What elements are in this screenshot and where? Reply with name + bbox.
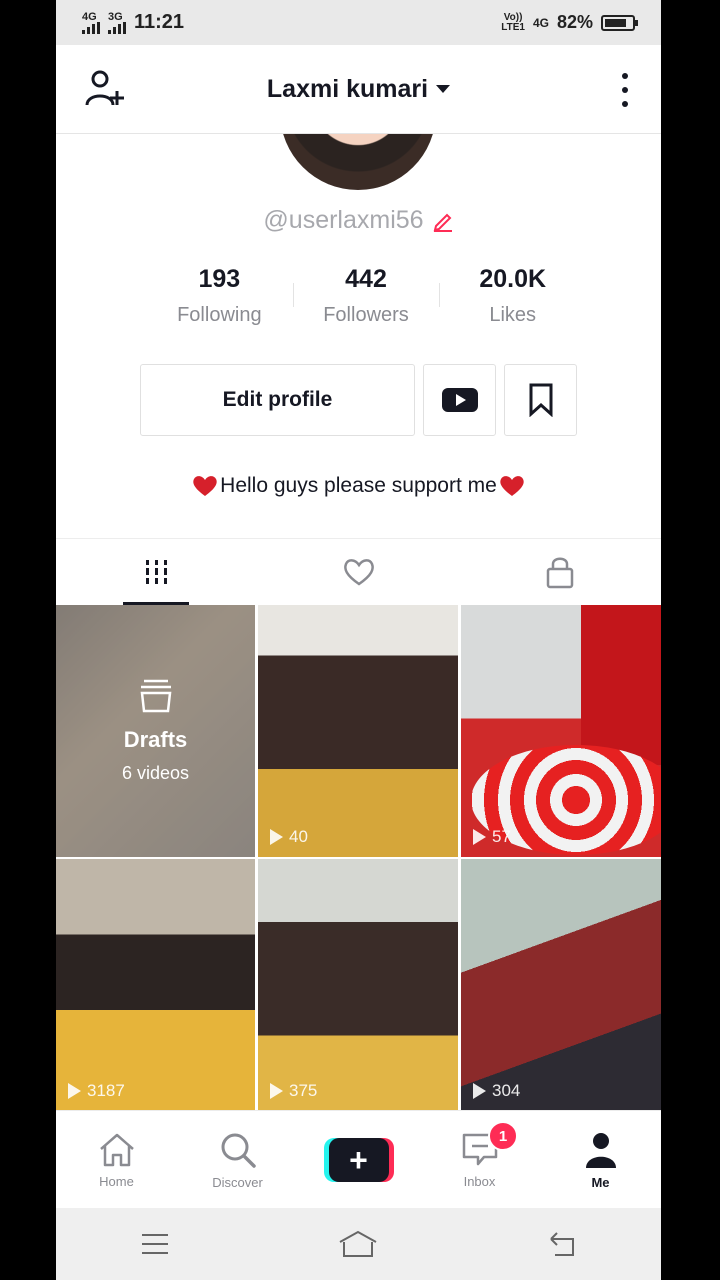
stat-label: Likes	[489, 304, 537, 326]
system-navigation	[56, 1208, 661, 1280]
bio-text: Hello guys please support me	[220, 474, 497, 497]
content-tabs	[56, 538, 661, 605]
status-bar: 4G 3G 11:21 Vo)) LTE1 4G 82%	[56, 0, 661, 45]
username: @userlaxmi56	[263, 206, 424, 234]
volte-indicator: Vo)) LTE1	[501, 11, 525, 33]
play-count: 3187	[68, 1081, 125, 1101]
play-count-value: 57	[492, 827, 511, 846]
nav-me[interactable]: Me	[540, 1111, 661, 1209]
play-count: 375	[270, 1081, 317, 1101]
nav-label: Discover	[212, 1174, 263, 1190]
stat-value: 193	[198, 265, 241, 293]
stat-value: 20.0K	[479, 265, 547, 293]
bookmark-icon	[529, 383, 552, 417]
play-count: 57	[473, 827, 511, 847]
favorites-button[interactable]	[504, 364, 577, 436]
stat-followers[interactable]: 442 Followers	[292, 265, 440, 327]
play-count: 304	[473, 1081, 520, 1101]
menu-icon[interactable]	[140, 1232, 170, 1256]
search-icon	[221, 1133, 256, 1168]
nav-inbox[interactable]: 1 Inbox	[419, 1111, 540, 1209]
play-icon	[270, 1083, 283, 1099]
play-icon	[68, 1083, 81, 1099]
video-grid: Drafts 6 videos 40 57 3187 375 304	[56, 605, 661, 1110]
video-thumbnail[interactable]: 304	[461, 859, 661, 1110]
play-count-value: 375	[289, 1081, 318, 1100]
tab-videos[interactable]	[56, 539, 258, 605]
clock: 11:21	[134, 11, 185, 33]
drafts-count: 6 videos	[121, 762, 190, 783]
tab-liked[interactable]	[258, 539, 460, 605]
stat-following[interactable]: 193 Following	[146, 265, 293, 327]
video-thumbnail[interactable]: 40	[258, 605, 458, 857]
nav-label: Me	[591, 1174, 610, 1190]
nav-create[interactable]: +	[298, 1111, 419, 1209]
sim2-signal: 3G	[108, 10, 126, 34]
create-button[interactable]: +	[323, 1138, 394, 1182]
add-friend-icon[interactable]	[84, 69, 128, 109]
lte-label: LTE1	[501, 21, 525, 33]
video-thumbnail[interactable]: 375	[258, 859, 458, 1110]
play-count: 40	[270, 827, 308, 847]
profile-name-dropdown[interactable]: Laxmi kumari	[266, 74, 451, 104]
drafts-box-icon	[140, 679, 171, 712]
nav-label: Home	[99, 1173, 134, 1189]
battery-icon	[601, 14, 638, 31]
stat-label: Following	[177, 304, 262, 326]
play-icon	[473, 1083, 486, 1099]
drafts-title: Drafts	[123, 726, 188, 752]
stat-value: 442	[345, 265, 387, 293]
nav-label: Inbox	[463, 1173, 496, 1189]
system-home-icon[interactable]	[338, 1230, 378, 1258]
video-thumbnail[interactable]: 3187	[56, 859, 255, 1110]
sim2-label: 3G	[108, 10, 123, 23]
phone-screen: 4G 3G 11:21 Vo)) LTE1 4G 82% Laxmi kumar…	[56, 0, 661, 1280]
youtube-button[interactable]	[423, 364, 496, 436]
profile-actions: Edit profile	[140, 364, 577, 436]
profile-bio: Hello guys please support me	[56, 474, 661, 498]
home-icon	[99, 1133, 134, 1166]
caret-down-icon	[436, 85, 451, 93]
videos-grid-icon	[145, 560, 167, 584]
play-icon	[473, 829, 486, 845]
nav-home[interactable]: Home	[56, 1111, 177, 1209]
play-icon	[270, 829, 283, 845]
back-icon[interactable]	[547, 1231, 577, 1257]
profile-stats: 193 Following 442 Followers 20.0K Likes	[146, 265, 586, 327]
edit-profile-button[interactable]: Edit profile	[140, 364, 415, 436]
play-count-value: 3187	[87, 1081, 125, 1100]
bottom-navigation: Home Discover + 1 Inbox Me	[56, 1110, 661, 1209]
edit-pencil-icon[interactable]	[432, 210, 454, 232]
sim1-label: 4G	[82, 10, 97, 23]
profile-person-icon	[585, 1132, 616, 1168]
nav-discover[interactable]: Discover	[177, 1111, 298, 1209]
play-count-value: 304	[492, 1081, 521, 1100]
stat-label: Followers	[323, 304, 409, 326]
battery-percent: 82%	[556, 12, 593, 32]
profile-name: Laxmi kumari	[266, 74, 429, 103]
play-count-value: 40	[289, 827, 308, 846]
network-type: 4G	[532, 15, 549, 30]
heart-outline-icon	[343, 559, 374, 586]
profile-header: Laxmi kumari	[56, 45, 661, 134]
video-thumbnail[interactable]: 57	[461, 605, 661, 857]
red-heart-icon	[500, 476, 524, 496]
sim1-signal: 4G	[82, 10, 100, 34]
volte-label: Vo))	[503, 11, 523, 23]
youtube-icon	[441, 388, 478, 412]
lock-icon	[546, 557, 574, 589]
username-row: @userlaxmi56	[56, 206, 661, 235]
red-heart-icon	[193, 476, 217, 496]
stat-likes[interactable]: 20.0K Likes	[439, 265, 586, 327]
more-options-icon[interactable]	[619, 73, 631, 107]
drafts-tile[interactable]: Drafts 6 videos	[56, 605, 255, 857]
plus-icon: +	[328, 1138, 389, 1182]
tab-private[interactable]	[459, 539, 661, 605]
inbox-badge: 1	[488, 1121, 518, 1151]
